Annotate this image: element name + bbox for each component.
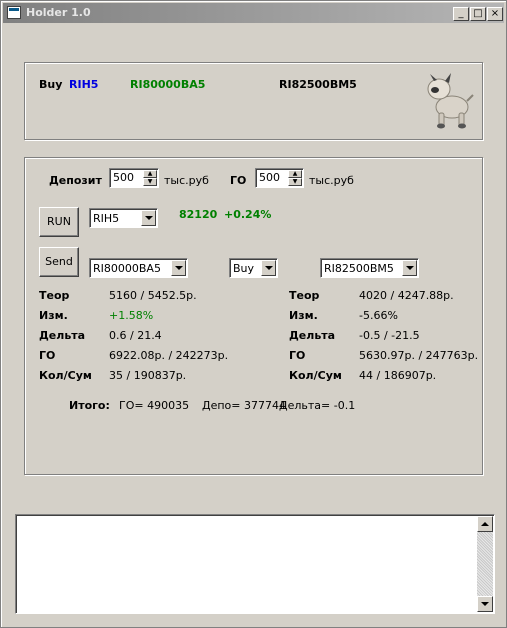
total-delta: Дельта= -0.1 (279, 399, 356, 412)
go-down-icon[interactable]: ▼ (288, 178, 302, 186)
go-up-icon[interactable]: ▲ (288, 170, 302, 178)
total-go: ГО= 490035 (119, 399, 190, 412)
robot-dog-icon (427, 73, 474, 129)
left-value-qty: 35 / 190837р. (109, 369, 187, 382)
close-button[interactable]: × (487, 7, 503, 21)
log-scrollbar[interactable] (477, 516, 493, 612)
right-value-theor: 4020 / 4247.88р. (359, 289, 454, 302)
left-label-go: ГО (39, 349, 56, 362)
app-icon (7, 6, 21, 19)
left-value-go: 6922.08р. / 242273р. (109, 349, 229, 362)
right-label-go: ГО (289, 349, 306, 362)
run-button[interactable]: RUN (39, 207, 79, 237)
right-label-delta: Дельта (289, 329, 336, 342)
left-value-theor: 5160 / 5452.5р. (109, 289, 197, 302)
go-unit: тыс.руб (309, 174, 354, 187)
go-label: ГО (230, 174, 247, 187)
option2-select[interactable]: RI82500BM5 (320, 258, 419, 278)
deposit-up-icon[interactable]: ▲ (143, 170, 157, 178)
left-label-qty: Кол/Сум (39, 369, 92, 382)
go-input[interactable] (259, 171, 287, 184)
right-label-qty: Кол/Сум (289, 369, 342, 382)
ticker-main: RIH5 (69, 78, 99, 91)
instrument-select[interactable]: RIH5 (89, 208, 158, 228)
send-button[interactable]: Send (39, 247, 79, 277)
buy-label: Buy (39, 78, 63, 91)
chevron-down-icon[interactable] (171, 260, 186, 276)
side-value: Buy (233, 262, 255, 275)
left-label-theor: Теор (39, 289, 70, 302)
left-label-change: Изм. (39, 309, 68, 322)
right-value-change: -5.66% (359, 309, 398, 322)
right-label-theor: Теор (289, 289, 320, 302)
deposit-unit: тыс.руб (164, 174, 209, 187)
left-label-delta: Дельта (39, 329, 86, 342)
minimize-button[interactable]: _ (453, 7, 469, 21)
ticker-option1: RI80000BA5 (130, 78, 206, 91)
right-value-go: 5630.97р. / 247763р. (359, 349, 479, 362)
deposit-spinbox[interactable]: ▲ ▼ (109, 168, 159, 188)
option1-select[interactable]: RI80000BA5 (89, 258, 188, 278)
main-group: Депозит ▲ ▼ тыс.руб ГО ▲ ▼ тыс.руб RUN R… (24, 157, 483, 475)
deposit-input[interactable] (113, 171, 141, 184)
left-value-delta: 0.6 / 21.4 (109, 329, 162, 342)
total-depo: Депо= 377744 (202, 399, 286, 412)
price-value: 82120 (179, 208, 218, 221)
right-value-qty: 44 / 186907р. (359, 369, 437, 382)
price-change: +0.24% (224, 208, 272, 221)
right-label-change: Изм. (289, 309, 318, 322)
scroll-up-icon[interactable] (477, 516, 493, 532)
deposit-down-icon[interactable]: ▼ (143, 178, 157, 186)
scroll-down-icon[interactable] (477, 596, 493, 612)
ticker-option2: RI82500BM5 (279, 78, 357, 91)
right-value-delta: -0.5 / -21.5 (359, 329, 420, 342)
instrument-value: RIH5 (93, 212, 120, 225)
left-value-change: +1.58% (109, 309, 154, 322)
chevron-down-icon[interactable] (141, 210, 156, 226)
window-title: Holder 1.0 (26, 6, 91, 19)
side-select[interactable]: Buy (229, 258, 278, 278)
log-textarea[interactable] (15, 514, 495, 614)
app-window: Holder 1.0 _ □ × Buy RIH5 RI80000BA5 RI8… (0, 0, 507, 628)
deposit-label: Депозит (49, 174, 102, 187)
chevron-down-icon[interactable] (402, 260, 417, 276)
go-spinbox[interactable]: ▲ ▼ (255, 168, 304, 188)
maximize-button[interactable]: □ (470, 7, 486, 21)
option2-value: RI82500BM5 (324, 262, 394, 275)
title-bar[interactable]: Holder 1.0 _ □ × (3, 3, 504, 23)
option1-value: RI80000BA5 (93, 262, 161, 275)
chevron-down-icon[interactable] (261, 260, 276, 276)
header-group: Buy RIH5 RI80000BA5 RI82500BM5 (24, 62, 483, 140)
total-label: Итого: (69, 399, 110, 412)
